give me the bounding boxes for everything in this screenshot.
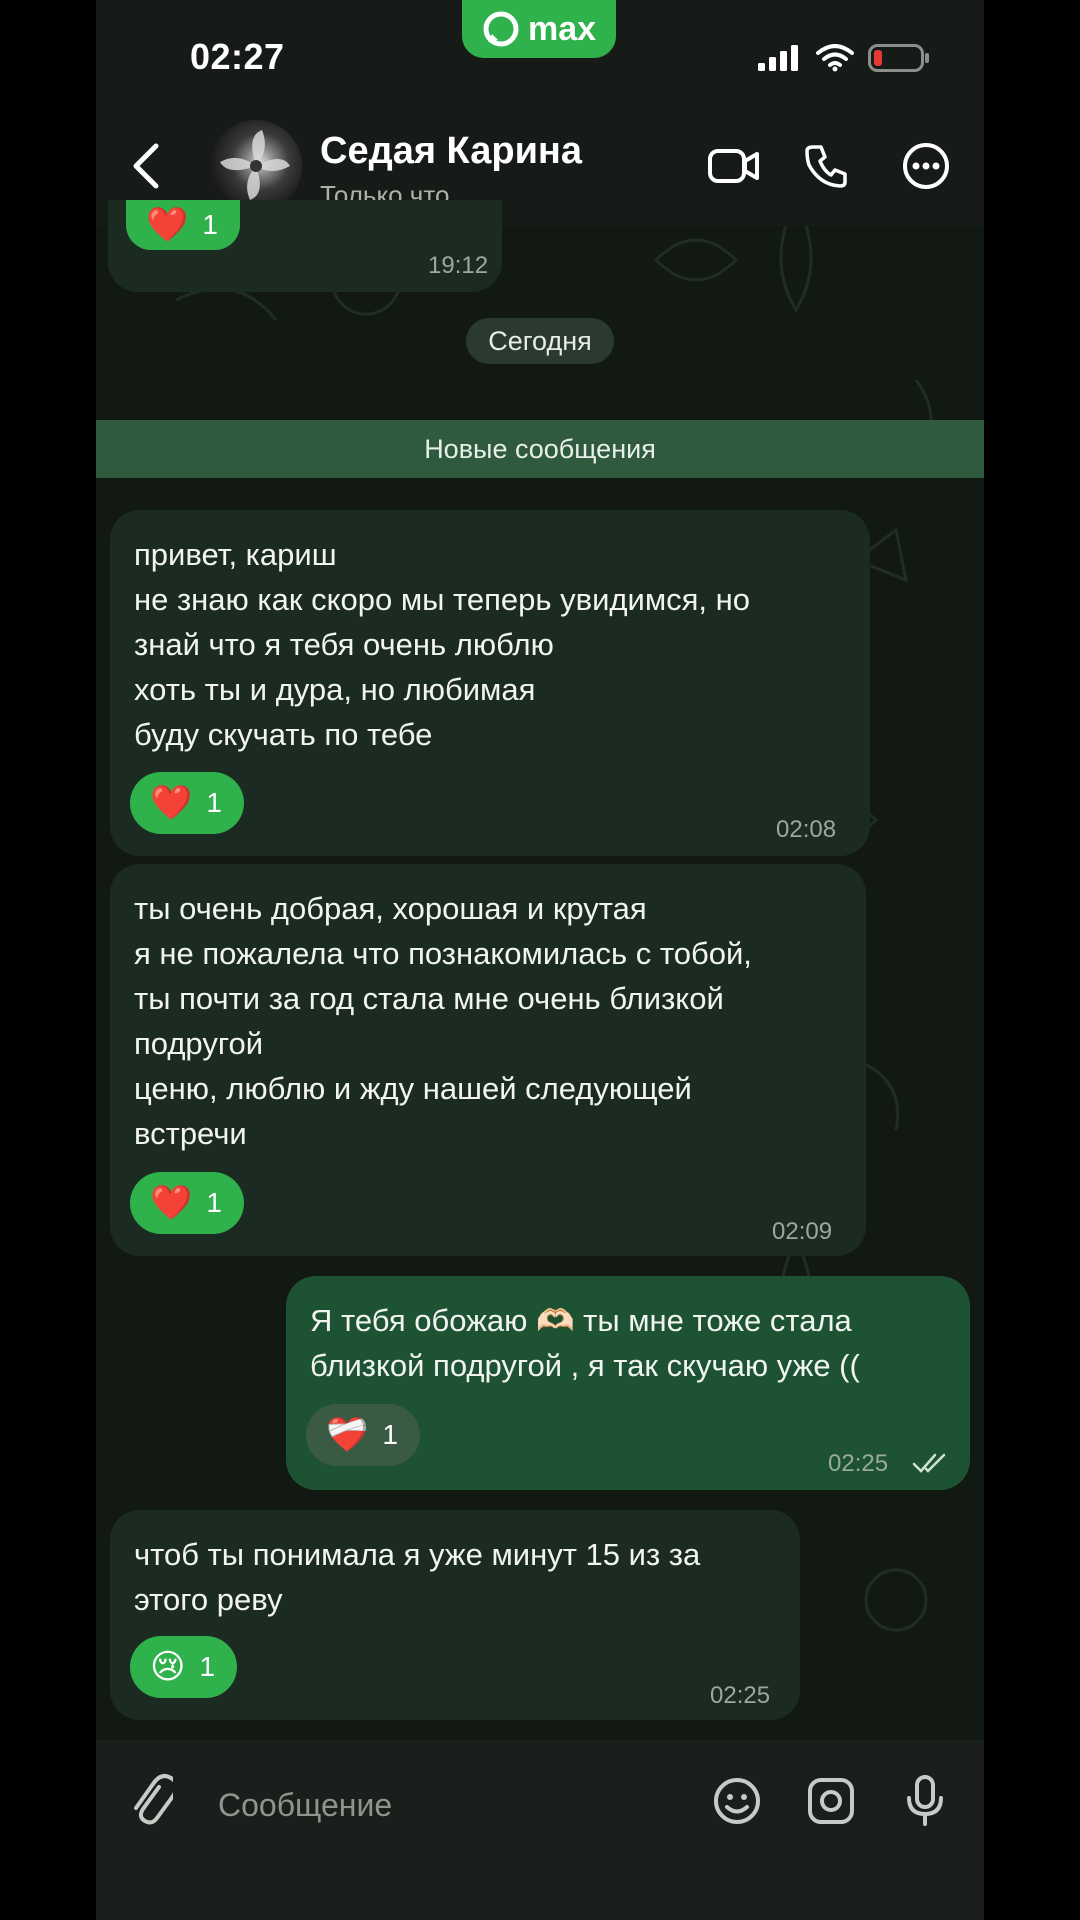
reaction-count: 1 — [206, 787, 222, 818]
previous-message-bubble[interactable]: ❤️ 1 19:12 — [108, 200, 502, 292]
voice-message-button[interactable] — [890, 1766, 960, 1836]
message-text: ты очень добрая, хорошая и крутая я не п… — [134, 891, 752, 1151]
app-indicator-pill[interactable]: max — [462, 0, 616, 58]
message-reaction[interactable]: ❤️‍🩹 1 — [306, 1404, 420, 1466]
status-time: 02:27 — [190, 36, 285, 77]
camera-icon — [808, 1778, 854, 1824]
crying-face-emoji-icon: 😢 — [150, 1648, 186, 1686]
heart-emoji-icon: ❤️ — [150, 784, 193, 822]
video-camera-icon — [708, 149, 759, 183]
max-logo-icon — [483, 11, 519, 47]
more-options-button[interactable] — [896, 136, 956, 196]
smiley-icon — [714, 1778, 760, 1824]
status-icons — [758, 44, 930, 72]
reaction-count: 1 — [382, 1419, 398, 1450]
message-time: 02:25 — [828, 1450, 889, 1477]
new-messages-divider: Новые сообщения — [96, 420, 984, 478]
heart-emoji-icon: ❤️ — [150, 1184, 193, 1222]
message-reaction[interactable]: ❤️ 1 — [130, 1172, 244, 1234]
voice-call-button[interactable] — [796, 136, 856, 196]
back-arrow-icon[interactable] — [126, 140, 170, 192]
message-text: Я тебя обожаю 🫶🏻 ты мне тоже стала близк… — [310, 1303, 860, 1383]
message-text: чтоб ты понимала я уже минут 15 из за эт… — [134, 1537, 701, 1617]
mending-heart-emoji-icon: ❤️‍🩹 — [326, 1416, 369, 1454]
message-time: 19:12 — [428, 252, 489, 279]
read-double-check-icon — [912, 1453, 946, 1473]
message-input[interactable] — [210, 1766, 780, 1844]
attach-button[interactable] — [116, 1766, 186, 1836]
message-reaction[interactable]: 😢 1 — [130, 1636, 238, 1698]
wifi-icon — [816, 44, 854, 72]
microphone-icon — [907, 1775, 943, 1826]
reaction-count: 1 — [202, 209, 218, 240]
camera-button[interactable] — [796, 1766, 866, 1836]
incoming-message-bubble[interactable]: чтоб ты понимала я уже минут 15 из за эт… — [110, 1510, 800, 1720]
contact-name[interactable]: Седая Карина — [320, 130, 582, 173]
avatar-flower-image — [220, 130, 290, 200]
app-badge-label: max — [527, 9, 597, 48]
message-composer — [96, 1740, 984, 1920]
date-divider: Сегодня — [466, 318, 614, 364]
cellular-signal-icon — [758, 45, 798, 71]
outgoing-message-bubble[interactable]: Я тебя обожаю 🫶🏻 ты мне тоже стала близк… — [286, 1276, 970, 1490]
phone-icon — [805, 145, 847, 188]
message-time: 02:08 — [776, 816, 837, 843]
incoming-message-bubble[interactable]: привет, кариш не знаю как скоро мы тепер… — [110, 510, 870, 856]
battery-icon — [868, 44, 929, 72]
more-options-icon — [903, 143, 949, 189]
heart-emoji-icon: ❤️ — [146, 206, 189, 244]
status-bar: 02:27 max — [96, 0, 984, 110]
message-time: 02:25 — [710, 1682, 771, 1709]
reaction-count: 1 — [206, 1187, 222, 1218]
message-text: привет, кариш не знаю как скоро мы тепер… — [134, 537, 751, 752]
contact-avatar[interactable] — [210, 120, 302, 212]
emoji-button[interactable] — [702, 1766, 772, 1836]
video-call-button[interactable] — [704, 136, 764, 196]
message-reaction[interactable]: ❤️ 1 — [126, 200, 240, 250]
paperclip-icon — [134, 1774, 173, 1825]
message-reaction[interactable]: ❤️ 1 — [130, 772, 244, 834]
reaction-count: 1 — [199, 1651, 216, 1682]
message-time: 02:09 — [772, 1218, 833, 1245]
chat-screen: 02:27 max Седая Карина Только что ❤️ 1 1… — [96, 0, 984, 1920]
incoming-message-bubble[interactable]: ты очень добрая, хорошая и крутая я не п… — [110, 864, 866, 1256]
